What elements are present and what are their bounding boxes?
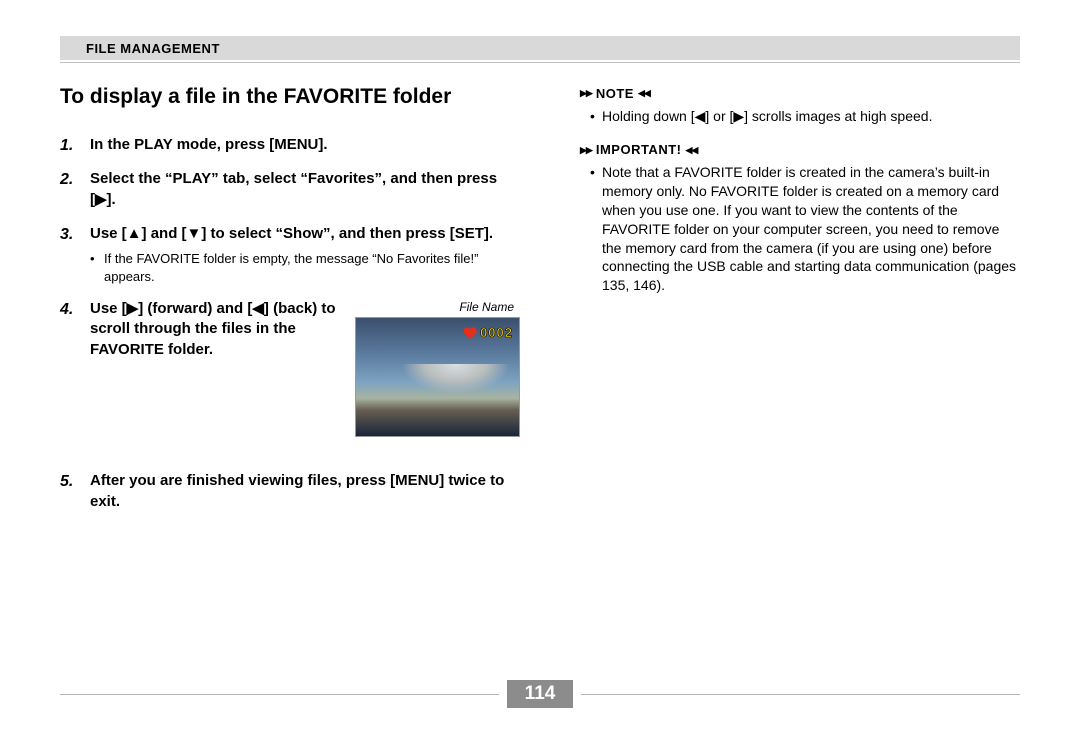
- heart-icon: [463, 326, 477, 340]
- favorite-badge: 0002: [463, 324, 513, 342]
- page-number: 114: [507, 680, 574, 708]
- favorite-badge-number: 0002: [480, 324, 513, 342]
- right-column: ▶▶ NOTE ◀◀ Holding down [◀] or [▶] scrol…: [580, 85, 1020, 526]
- important-leading-icon: ▶▶: [580, 146, 592, 155]
- step-2-text: Select the “PLAY” tab, select “Favorites…: [90, 169, 520, 210]
- important-list: Note that a FAVORITE folder is created i…: [580, 163, 1020, 295]
- step-2: Select the “PLAY” tab, select “Favorites…: [60, 169, 520, 210]
- page-heading: To display a file in the FAVORITE folder: [60, 85, 520, 109]
- steps-list: In the PLAY mode, press [MENU]. Select t…: [60, 135, 520, 512]
- section-header-bar: File Management: [60, 36, 1020, 60]
- content-columns: To display a file in the FAVORITE folder…: [60, 85, 1020, 526]
- page-footer: 114: [60, 680, 1020, 708]
- important-callout: ▶▶ IMPORTANT! ◀◀ Note that a FAVORITE fo…: [580, 141, 1020, 295]
- note-heading: ▶▶ NOTE ◀◀: [580, 85, 1020, 103]
- important-label: IMPORTANT!: [596, 141, 682, 159]
- step-5-text: After you are finished viewing files, pr…: [90, 471, 520, 512]
- note-label: NOTE: [596, 85, 634, 103]
- step-3-sublist: If the FAVORITE folder is empty, the mes…: [90, 250, 520, 285]
- note-list: Holding down [◀] or [▶] scrolls images a…: [580, 107, 1020, 126]
- note-callout: ▶▶ NOTE ◀◀ Holding down [◀] or [▶] scrol…: [580, 85, 1020, 125]
- note-item: Holding down [◀] or [▶] scrolls images a…: [590, 107, 1020, 126]
- page: File Management To display a file in the…: [0, 0, 1080, 730]
- step-1-text: In the PLAY mode, press [MENU].: [90, 135, 520, 155]
- header-divider: [60, 62, 1020, 63]
- important-trailing-icon: ◀◀: [685, 146, 697, 155]
- note-leading-icon: ▶▶: [580, 89, 592, 98]
- important-heading: ▶▶ IMPORTANT! ◀◀: [580, 141, 1020, 159]
- footer-rule-left: [60, 694, 499, 695]
- thumbnail-mountain: [355, 364, 520, 424]
- step-3-sub-item: If the FAVORITE folder is empty, the mes…: [90, 250, 520, 285]
- step-4-text: Use [▶] (forward) and [◀] (back) to scro…: [90, 299, 341, 360]
- important-item: Note that a FAVORITE folder is created i…: [590, 163, 1020, 295]
- step-3-text: Use [▲] and [▼] to select “Show”, and th…: [90, 224, 520, 244]
- thumbnail-wrapper: File Name 0002: [355, 299, 520, 437]
- file-name-label: File Name: [355, 299, 514, 315]
- left-column: To display a file in the FAVORITE folder…: [60, 85, 520, 526]
- footer-rule-right: [581, 694, 1020, 695]
- step-3: Use [▲] and [▼] to select “Show”, and th…: [60, 224, 520, 285]
- step-4: Use [▶] (forward) and [◀] (back) to scro…: [60, 299, 520, 437]
- note-trailing-icon: ◀◀: [638, 89, 650, 98]
- step-1: In the PLAY mode, press [MENU].: [60, 135, 520, 155]
- section-header-text: File Management: [86, 36, 220, 60]
- favorite-thumbnail: 0002: [355, 317, 520, 437]
- step-5: After you are finished viewing files, pr…: [60, 471, 520, 512]
